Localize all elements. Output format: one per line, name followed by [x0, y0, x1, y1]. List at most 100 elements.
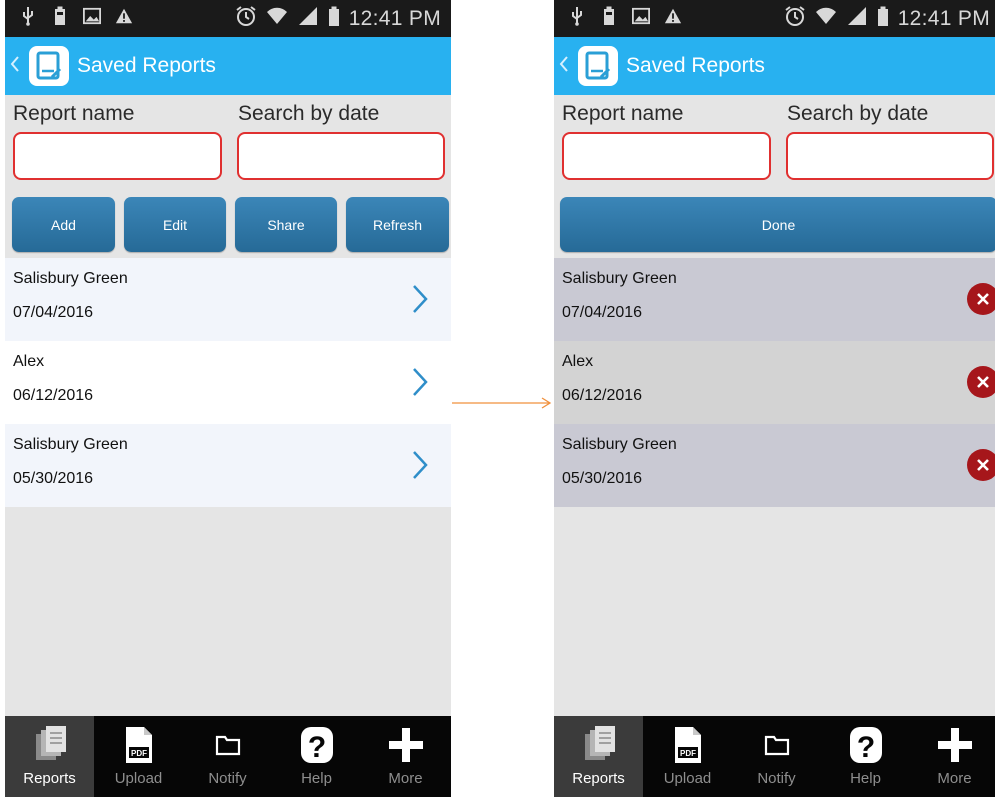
wifi-icon	[815, 6, 837, 31]
tab-upload[interactable]: PDF Upload	[94, 716, 183, 797]
clock: 12:41 PM	[897, 6, 990, 30]
tab-label: Notify	[208, 770, 247, 787]
report-date: 07/04/2016	[562, 304, 643, 321]
usb-icon	[568, 6, 586, 26]
action-buttons: Done	[554, 197, 995, 253]
tab-notify[interactable]: Notify	[732, 716, 821, 797]
report-name: Alex	[13, 353, 45, 370]
reports-icon	[582, 722, 616, 768]
report-date: 05/30/2016	[13, 470, 94, 487]
tab-label: Reports	[23, 770, 76, 787]
chevron-right-icon[interactable]	[411, 366, 429, 403]
phone-screen-list: 12:41 PM Saved Reports Report name Searc…	[5, 0, 451, 797]
battery-saver-icon	[600, 6, 618, 26]
tab-upload[interactable]: PDF Upload	[643, 716, 732, 797]
svg-text:?: ?	[307, 731, 325, 764]
done-button[interactable]: Done	[560, 197, 995, 252]
tab-notify[interactable]: Notify	[183, 716, 272, 797]
report-row[interactable]: Alex 06/12/2016	[5, 341, 451, 424]
report-date: 07/04/2016	[13, 304, 94, 321]
report-name: Salisbury Green	[13, 436, 128, 453]
help-icon: ?	[298, 722, 336, 768]
delete-icon[interactable]	[967, 283, 995, 315]
pdf-upload-icon: PDF	[672, 722, 704, 768]
alarm-icon	[784, 5, 806, 32]
report-date: 06/12/2016	[13, 387, 94, 404]
delete-icon[interactable]	[967, 449, 995, 481]
folder-icon	[215, 722, 241, 768]
report-name: Alex	[562, 353, 594, 370]
report-name-label: Report name	[562, 102, 684, 125]
app-logo-icon[interactable]	[29, 46, 69, 86]
tab-help[interactable]: ? Help	[272, 716, 361, 797]
plus-icon	[388, 722, 424, 768]
report-name-label: Report name	[13, 102, 135, 125]
report-list: Salisbury Green 07/04/2016 Alex 06/12/20…	[554, 258, 995, 507]
phone-screen-edit: 12:41 PM Saved Reports Report name Searc…	[554, 0, 995, 797]
edit-button[interactable]: Edit	[124, 197, 226, 252]
search-panel: Report name Search by date	[554, 95, 995, 195]
warning-icon	[115, 6, 133, 26]
tab-label: Help	[850, 770, 881, 787]
report-row[interactable]: Salisbury Green 07/04/2016	[554, 258, 995, 341]
share-button[interactable]: Share	[235, 197, 337, 252]
warning-icon	[664, 6, 682, 26]
signal-icon	[846, 6, 868, 31]
search-date-label: Search by date	[787, 102, 929, 125]
search-date-label: Search by date	[238, 102, 380, 125]
report-date: 06/12/2016	[562, 387, 643, 404]
search-date-input[interactable]	[786, 132, 994, 180]
tab-label: Upload	[663, 770, 712, 787]
reports-icon	[33, 722, 67, 768]
tab-label: Notify	[757, 770, 796, 787]
report-row[interactable]: Alex 06/12/2016	[554, 341, 995, 424]
bottom-tab-bar: Reports PDF Upload Notify ? Help More	[5, 716, 451, 797]
add-button[interactable]: Add	[12, 197, 115, 252]
status-bar: 12:41 PM	[5, 0, 451, 37]
report-name: Salisbury Green	[13, 270, 128, 287]
tab-reports[interactable]: Reports	[554, 716, 643, 797]
report-name-input[interactable]	[562, 132, 771, 180]
image-icon	[83, 6, 101, 26]
search-date-input[interactable]	[237, 132, 445, 180]
back-chevron-icon[interactable]	[559, 54, 569, 79]
tab-label: Upload	[114, 770, 163, 787]
report-name: Salisbury Green	[562, 436, 677, 453]
action-buttons: Add Edit Share Refresh	[5, 197, 451, 253]
clock: 12:41 PM	[348, 6, 441, 30]
report-name-input[interactable]	[13, 132, 222, 180]
tab-label: Help	[301, 770, 332, 787]
tab-more[interactable]: More	[910, 716, 995, 797]
tab-label: Reports	[572, 770, 625, 787]
battery-icon	[328, 6, 340, 31]
back-chevron-icon[interactable]	[10, 54, 20, 79]
chevron-right-icon[interactable]	[411, 449, 429, 486]
search-panel: Report name Search by date	[5, 95, 451, 195]
page-title: Saved Reports	[626, 54, 765, 77]
chevron-right-icon[interactable]	[411, 283, 429, 320]
bottom-tab-bar: Reports PDF Upload Notify ? Help More	[554, 716, 995, 797]
report-row[interactable]: Salisbury Green 05/30/2016	[554, 424, 995, 507]
pdf-upload-icon: PDF	[123, 722, 155, 768]
image-icon	[632, 6, 650, 26]
delete-icon[interactable]	[967, 366, 995, 398]
usb-icon	[19, 6, 37, 26]
app-logo-icon[interactable]	[578, 46, 618, 86]
report-name: Salisbury Green	[562, 270, 677, 287]
tab-help[interactable]: ? Help	[821, 716, 910, 797]
signal-icon	[297, 6, 319, 31]
tab-reports[interactable]: Reports	[5, 716, 94, 797]
svg-text:PDF: PDF	[131, 749, 147, 758]
report-date: 05/30/2016	[562, 470, 643, 487]
tab-label: More	[388, 770, 423, 787]
report-row[interactable]: Salisbury Green 07/04/2016	[5, 258, 451, 341]
report-row[interactable]: Salisbury Green 05/30/2016	[5, 424, 451, 507]
alarm-icon	[235, 5, 257, 32]
tab-more[interactable]: More	[361, 716, 450, 797]
report-list: Salisbury Green 07/04/2016 Alex 06/12/20…	[5, 258, 451, 507]
status-bar: 12:41 PM	[554, 0, 995, 37]
refresh-button[interactable]: Refresh	[346, 197, 449, 252]
battery-saver-icon	[51, 6, 69, 26]
battery-icon	[877, 6, 889, 31]
help-icon: ?	[847, 722, 885, 768]
